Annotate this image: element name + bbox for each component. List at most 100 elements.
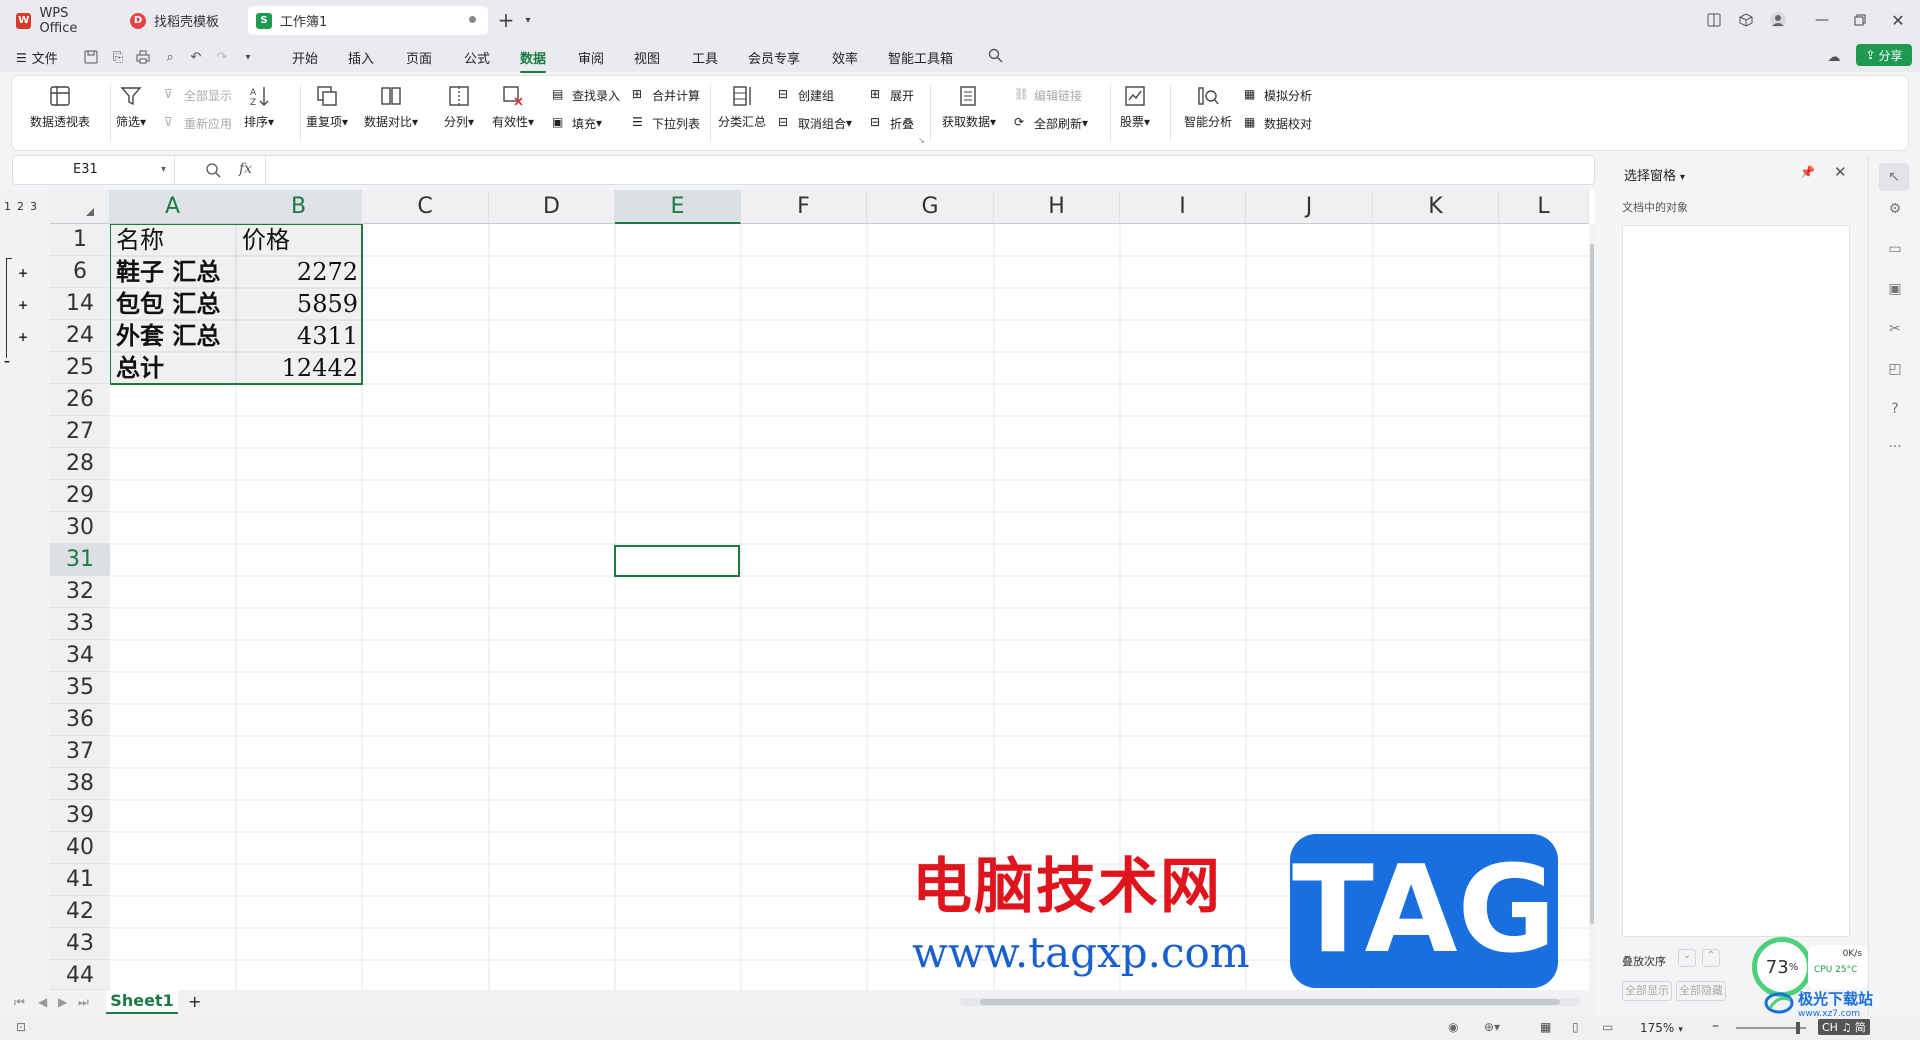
properties-icon[interactable]: ⚙	[1885, 201, 1905, 221]
row-header[interactable]: 35	[50, 672, 110, 704]
expand-group-button[interactable]: +	[18, 330, 28, 344]
column-header-h[interactable]: H	[994, 190, 1120, 224]
column-header-b[interactable]: B	[236, 190, 362, 224]
undo-icon[interactable]: ↶	[188, 50, 204, 66]
more-quick-access-icon[interactable]: ▾	[240, 50, 256, 66]
filter-button[interactable]: 筛选▾	[116, 84, 146, 130]
ungroup-button[interactable]: ⊟ 取消组合 ▾	[778, 114, 852, 132]
page-layout-icon[interactable]: ▯	[1572, 1020, 1579, 1034]
name-box[interactable]: E31 ▾	[13, 156, 175, 184]
row-header[interactable]: 28	[50, 448, 110, 480]
row-header[interactable]: 32	[50, 576, 110, 608]
formula-input[interactable]	[273, 162, 1573, 180]
redo-icon[interactable]: ↷	[214, 50, 230, 66]
vertical-scrollbar[interactable]	[1589, 224, 1595, 990]
export-icon[interactable]: ⎘	[110, 50, 126, 66]
smart-analysis-button[interactable]: 智能分析	[1184, 84, 1232, 130]
refresh-all-button[interactable]: ⟳ 全部刷新 ▾	[1014, 114, 1088, 132]
horizontal-scrollbar[interactable]	[960, 998, 1580, 1006]
row-header[interactable]: 44	[50, 960, 110, 990]
cell-b25[interactable]: 12442	[236, 352, 358, 384]
row-header[interactable]: 33	[50, 608, 110, 640]
zoom-formula-icon[interactable]	[205, 162, 221, 178]
help-icon[interactable]: ?	[1885, 401, 1905, 421]
get-data-button[interactable]: 获取数据▾	[942, 84, 996, 130]
lookup-entry-button[interactable]: ▤ 查找录入	[552, 86, 620, 104]
row-header[interactable]: 42	[50, 896, 110, 928]
collapse-group-button[interactable]: –	[4, 354, 10, 368]
row-header[interactable]: 38	[50, 768, 110, 800]
review-icon[interactable]: ◰	[1885, 361, 1905, 381]
page-break-icon[interactable]: ▭	[1602, 1020, 1613, 1034]
location-icon[interactable]: ⊕▾	[1484, 1020, 1500, 1034]
save-icon[interactable]	[84, 50, 100, 66]
prev-sheet-icon[interactable]: ◀	[38, 995, 47, 1009]
more-icon[interactable]: ···	[1885, 439, 1905, 459]
unsaved-dot-icon[interactable]	[469, 16, 476, 23]
search-icon[interactable]	[988, 48, 1004, 64]
comment-icon[interactable]: ▭	[1885, 241, 1905, 261]
outline-level-buttons[interactable]: 1 2 3	[4, 200, 37, 213]
column-header-l[interactable]: L	[1499, 190, 1589, 224]
cell-b6[interactable]: 2272	[236, 256, 358, 288]
row-header[interactable]: 1	[50, 224, 110, 256]
move-down-button[interactable]: ⌄	[1678, 949, 1696, 967]
column-header-a[interactable]: A	[110, 190, 236, 224]
cell-a14[interactable]: 包包 汇总	[116, 288, 220, 320]
subtotal-button[interactable]: 分类汇总	[718, 84, 766, 130]
ime-indicator[interactable]: CH ♫ 简	[1818, 1019, 1870, 1035]
select-all-corner[interactable]	[50, 190, 110, 224]
row-header[interactable]: 27	[50, 416, 110, 448]
scrollbar-thumb[interactable]	[1590, 244, 1594, 924]
expand-group-button[interactable]: +	[18, 266, 28, 280]
pivot-table-button[interactable]: 数据透视表	[30, 84, 90, 130]
reapply-button[interactable]: ⊽ 重新应用	[164, 114, 232, 132]
row-header[interactable]: 36	[50, 704, 110, 736]
cell-b1[interactable]: 价格	[242, 224, 290, 256]
print-icon[interactable]	[136, 50, 152, 66]
column-header-e[interactable]: E	[615, 190, 741, 224]
menu-data[interactable]: 数据	[520, 48, 547, 73]
selection-pane-title[interactable]: 选择窗格 ▾	[1624, 165, 1685, 184]
menu-formula[interactable]: 公式	[464, 48, 490, 67]
row-header[interactable]: 41	[50, 864, 110, 896]
expand-button[interactable]: ⊞ 展开	[870, 86, 914, 104]
tools-icon[interactable]: ✂	[1885, 321, 1905, 341]
restore-icon[interactable]	[1850, 10, 1870, 30]
menu-efficiency[interactable]: 效率	[832, 48, 858, 67]
first-sheet-icon[interactable]: ⏮	[14, 995, 25, 1010]
fill-button[interactable]: ▣ 填充 ▾	[552, 114, 602, 132]
row-header[interactable]: 26	[50, 384, 110, 416]
cell-a25[interactable]: 总计	[116, 352, 164, 384]
row-header[interactable]: 39	[50, 800, 110, 832]
cell-a24[interactable]: 外套 汇总	[116, 320, 220, 352]
objects-list[interactable]	[1622, 225, 1850, 937]
row-header[interactable]: 37	[50, 736, 110, 768]
new-tab-button[interactable]: +	[496, 8, 516, 32]
expand-group-button[interactable]: +	[18, 298, 28, 312]
file-menu[interactable]: ☰ 文件	[16, 48, 58, 68]
move-up-button[interactable]: ⌃	[1702, 949, 1720, 967]
row-header[interactable]: 29	[50, 480, 110, 512]
close-icon[interactable]: ✕	[1888, 10, 1908, 30]
cube-icon[interactable]	[1736, 10, 1756, 30]
cloud-icon[interactable]: ☁	[1826, 50, 1842, 66]
zoom-slider-handle[interactable]	[1796, 1022, 1800, 1034]
show-all-button[interactable]: ⊽ 全部显示	[164, 86, 232, 104]
row-header[interactable]: 25	[50, 352, 110, 384]
row-header[interactable]: 6	[50, 256, 110, 288]
data-compare-button[interactable]: 数据对比▾	[364, 84, 418, 130]
simulation-analysis-button[interactable]: ▦ 模拟分析	[1244, 86, 1312, 104]
share-button[interactable]: ⇪ 分享	[1856, 44, 1912, 66]
image-icon[interactable]: ▣	[1885, 281, 1905, 301]
column-header-j[interactable]: J	[1246, 190, 1373, 224]
row-header[interactable]: 40	[50, 832, 110, 864]
duplicates-button[interactable]: 重复项▾	[306, 84, 348, 130]
menu-insert[interactable]: 插入	[348, 48, 374, 67]
consolidate-button[interactable]: ⊞ 合并计算	[632, 86, 700, 104]
menu-member[interactable]: 会员专享	[748, 48, 800, 67]
menu-smart-toolbox[interactable]: 智能工具箱	[888, 48, 953, 67]
dialog-launcher-icon[interactable]: ↘	[918, 136, 925, 145]
next-sheet-icon[interactable]: ▶	[58, 995, 67, 1009]
scrollbar-thumb[interactable]	[980, 999, 1560, 1005]
